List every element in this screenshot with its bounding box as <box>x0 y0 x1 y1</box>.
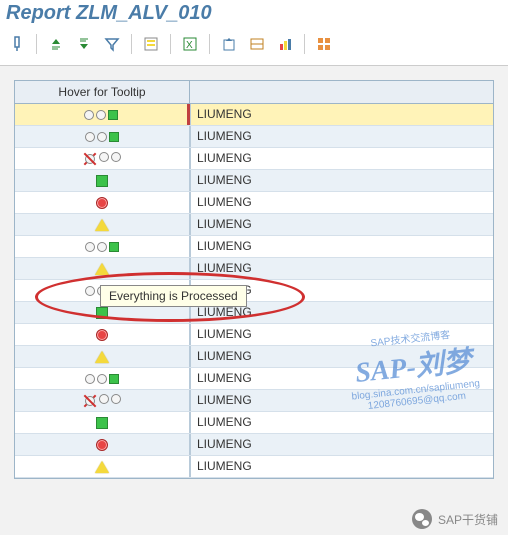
text-cell: LIUMENG <box>190 170 493 191</box>
toolbar-separator <box>36 34 37 54</box>
status-icon-cell <box>15 324 190 345</box>
status-icon-cell <box>15 456 190 477</box>
status-icon-cell <box>15 412 190 433</box>
toolbar-separator <box>304 34 305 54</box>
yellow-triangle-icon <box>95 263 109 275</box>
alv-toolbar: X <box>0 27 508 66</box>
text-cell: LIUMENG <box>190 148 493 169</box>
status-icon-cell <box>15 258 190 279</box>
status-icon-cell <box>15 170 190 191</box>
text-cell: LIUMENG <box>190 126 493 147</box>
red-circle-icon <box>96 439 108 451</box>
table-row[interactable]: LIUMENG <box>15 258 493 280</box>
status-icon-cell <box>15 236 190 257</box>
red-circle-icon <box>96 329 108 341</box>
status-icon-cell <box>15 346 190 367</box>
text-cell: LIUMENG <box>190 192 493 213</box>
table-row[interactable]: LIUMENG <box>15 368 493 390</box>
status-icon-cell <box>15 192 190 213</box>
chart-icon[interactable] <box>274 33 296 55</box>
table-row[interactable]: LIUMENG <box>15 126 493 148</box>
traffic-light-icon <box>85 374 119 384</box>
text-cell: LIUMENG <box>190 346 493 367</box>
text-cell: LIUMENG <box>190 214 493 235</box>
text-cell: LIUMENG <box>190 368 493 389</box>
layout-icon[interactable] <box>140 33 162 55</box>
excel-icon[interactable]: X <box>179 33 201 55</box>
wechat-tag: SAP干货铺 <box>412 509 498 529</box>
toolbar-separator <box>170 34 171 54</box>
table-row[interactable]: LIUMENG <box>15 148 493 170</box>
text-cell: LIUMENG <box>190 258 493 279</box>
yellow-triangle-icon <box>95 351 109 363</box>
toolbar-separator <box>209 34 210 54</box>
table-row[interactable]: LIUMENG <box>15 170 493 192</box>
table-row[interactable]: LIUMENG <box>15 324 493 346</box>
red-circle-icon <box>96 197 108 209</box>
traffic-light-icon <box>85 132 119 142</box>
text-cell: LIUMENG <box>190 412 493 433</box>
grid-icon[interactable] <box>313 33 335 55</box>
status-icon-cell <box>15 390 190 411</box>
status-icon-cell <box>15 368 190 389</box>
status-icon-cell <box>15 214 190 235</box>
table-row[interactable]: LIUMENG <box>15 346 493 368</box>
hover-tooltip: Everything is Processed <box>100 285 247 307</box>
yellow-triangle-icon <box>95 219 109 231</box>
table-row[interactable]: LIUMENG <box>15 456 493 478</box>
table-row[interactable]: LIUMENG <box>15 280 493 302</box>
text-cell: LIUMENG <box>190 236 493 257</box>
table-row[interactable]: LIUMENG <box>15 434 493 456</box>
grid-header: Hover for Tooltip <box>15 81 493 104</box>
table-row[interactable]: LIUMENG <box>15 412 493 434</box>
text-cell: LIUMENG <box>190 104 493 125</box>
table-row[interactable]: LIUMENG <box>15 302 493 324</box>
filter-icon[interactable] <box>101 33 123 55</box>
wechat-label: SAP干货铺 <box>438 511 498 528</box>
wechat-icon <box>412 509 432 529</box>
abc-icon[interactable] <box>246 33 268 55</box>
detail-icon[interactable] <box>6 33 28 55</box>
green-square-icon <box>96 417 108 429</box>
crossed-circle-icon <box>83 394 121 408</box>
table-row[interactable]: LIUMENG <box>15 236 493 258</box>
green-square-icon <box>96 175 108 187</box>
alv-grid: Hover for Tooltip LIUMENGLIUMENGLIUMENGL… <box>14 80 494 479</box>
report-title: Report ZLM_ALV_010 <box>0 0 508 27</box>
toolbar-separator <box>131 34 132 54</box>
export-icon[interactable] <box>218 33 240 55</box>
table-row[interactable]: LIUMENG <box>15 390 493 412</box>
traffic-light-icon <box>85 242 119 252</box>
text-cell: LIUMENG <box>190 324 493 345</box>
crossed-circle-icon <box>83 152 121 166</box>
sort-desc-icon[interactable] <box>73 33 95 55</box>
column-header-text[interactable] <box>190 81 493 103</box>
yellow-triangle-icon <box>95 461 109 473</box>
status-icon-cell <box>15 434 190 455</box>
text-cell: LIUMENG <box>190 390 493 411</box>
status-icon-cell <box>15 126 190 147</box>
status-icon-cell <box>15 104 190 125</box>
green-square-icon <box>96 307 108 319</box>
traffic-light-icon <box>84 110 118 120</box>
sort-asc-icon[interactable] <box>45 33 67 55</box>
svg-text:X: X <box>186 40 193 51</box>
table-row[interactable]: LIUMENG <box>15 192 493 214</box>
text-cell: LIUMENG <box>190 434 493 455</box>
status-icon-cell <box>15 148 190 169</box>
table-row[interactable]: LIUMENG <box>15 104 493 126</box>
text-cell: LIUMENG <box>190 456 493 477</box>
table-row[interactable]: LIUMENG <box>15 214 493 236</box>
column-header-icon[interactable]: Hover for Tooltip <box>15 81 190 103</box>
